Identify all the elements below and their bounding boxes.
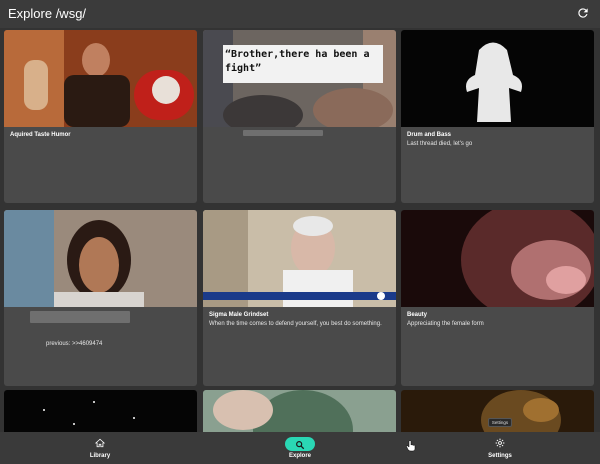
thread-title: Aquired Taste Humor [10,132,71,138]
settings-tooltip: Settings [488,418,512,427]
thread-thumbnail [4,210,197,307]
thread-card[interactable] [203,390,396,432]
bottom-nav: Library Explore Settings [0,432,600,464]
thread-card[interactable]: Drum and Bass Last thread died, let's go [401,30,594,203]
search-icon [296,441,305,450]
nav-library[interactable]: Library [40,432,160,464]
censored-title [243,130,323,136]
nav-label: Settings [488,453,512,459]
thread-description: previous: >>4609474 [46,341,103,347]
refresh-icon[interactable] [576,6,590,20]
thread-title: Drum and Bass [407,132,452,138]
thread-thumbnail [4,30,197,127]
app-bar: Explore /wsg/ [0,0,600,28]
nav-label: Library [89,453,111,459]
thread-grid: Aquired Taste Humor “Brother,there ha be… [4,30,596,432]
thread-card[interactable]: Sigma Male Grindset When the time comes … [203,210,396,386]
thread-card[interactable]: Aquired Taste Humor [4,30,197,203]
thumbnail-caption: “Brother,there ha been a fight” [225,49,370,74]
thread-thumbnail: “Brother,there ha been a fight” [203,30,396,127]
thread-thumbnail [401,30,594,127]
thread-thumbnail [203,210,396,307]
thread-card[interactable]: previous: >>4609474 [4,210,197,386]
thread-title: Sigma Male Grindset [209,312,269,318]
home-icon [95,438,105,448]
thread-description: Last thread died, let's go [407,141,473,147]
page-title: Explore /wsg/ [8,6,87,21]
gear-icon [495,438,505,448]
nav-explore[interactable]: Explore [240,432,360,464]
nav-settings[interactable]: Settings [440,432,560,464]
thread-thumbnail [4,390,197,432]
thread-card[interactable]: Beauty Appreciating the female form [401,210,594,386]
hand-cursor-icon [406,440,416,452]
censored-title [30,311,130,323]
thread-description: Appreciating the female form [407,321,484,327]
thread-thumbnail [401,210,594,307]
thread-card[interactable] [4,390,197,432]
thread-description: When the time comes to defend yourself, … [209,321,382,327]
thread-thumbnail [203,390,396,432]
thread-card[interactable]: “Brother,there ha been a fight” [203,30,396,203]
thread-title: Beauty [407,312,428,318]
nav-label: Explore [288,453,311,459]
